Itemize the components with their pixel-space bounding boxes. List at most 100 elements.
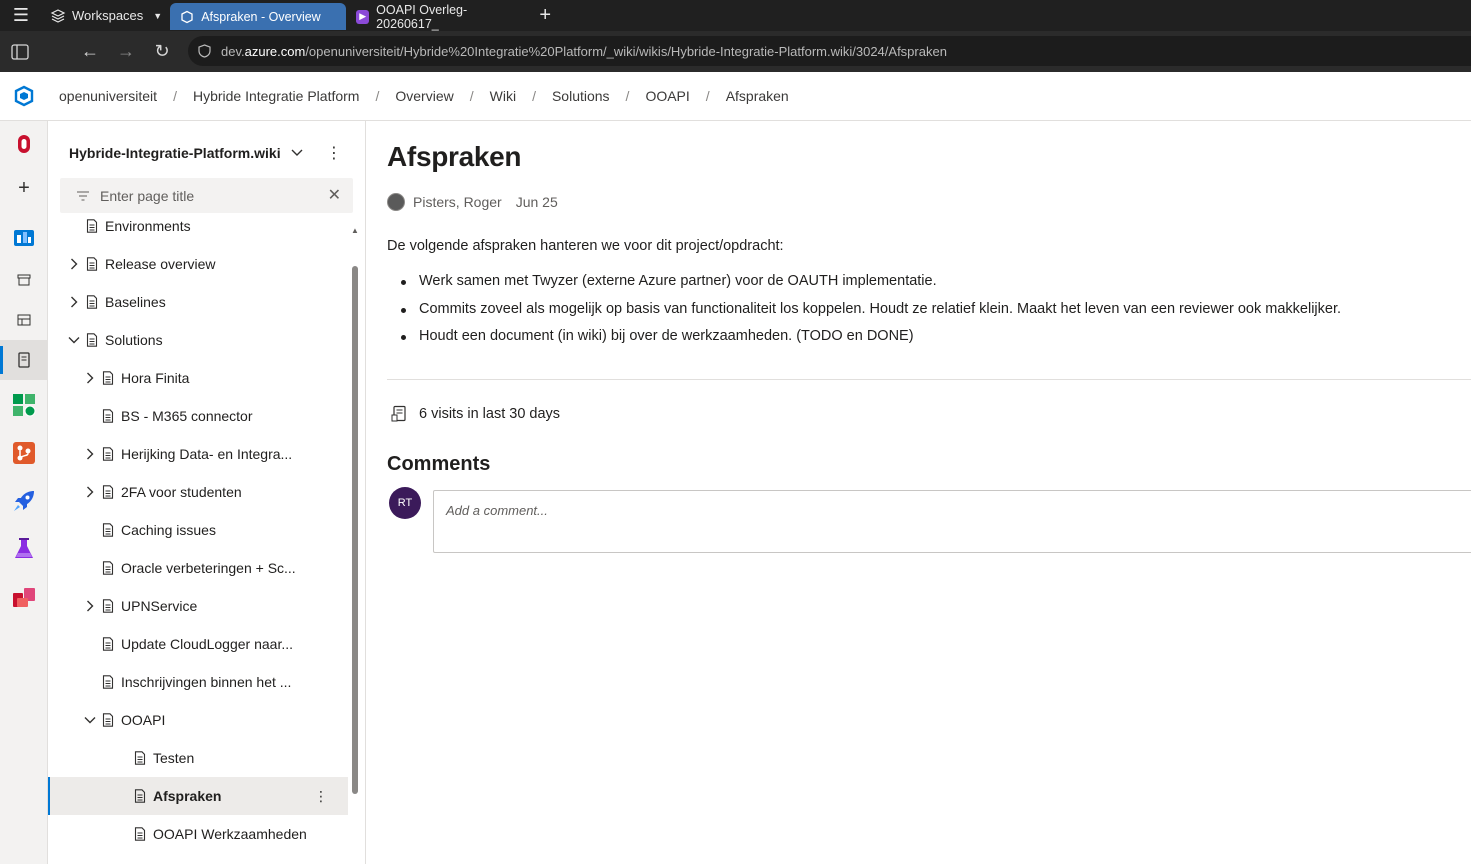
overview-icon[interactable] bbox=[0, 217, 48, 257]
tree-scrollbar[interactable]: ▲ bbox=[348, 221, 362, 864]
dashboards-icon[interactable] bbox=[0, 300, 48, 340]
tree-item[interactable]: Testen bbox=[48, 739, 348, 777]
tree-item[interactable]: Environments bbox=[48, 217, 348, 245]
chevron-right-icon[interactable] bbox=[82, 598, 98, 614]
page-icon bbox=[84, 256, 100, 272]
list-item: Werk samen met Twyzer (externe Azure par… bbox=[400, 273, 1341, 301]
tree-item[interactable]: Herijking Data- en Integra... bbox=[48, 435, 348, 473]
page-title: Afspraken bbox=[387, 141, 522, 172]
repos-icon[interactable] bbox=[0, 433, 48, 473]
tree-item[interactable]: Update CloudLogger naar... bbox=[48, 625, 348, 663]
more-options-icon[interactable]: ⋮ bbox=[324, 142, 344, 164]
chevron-down-icon[interactable] bbox=[82, 712, 98, 728]
agreements-list: Werk samen met Twyzer (externe Azure par… bbox=[400, 273, 1341, 356]
comment-input[interactable]: Add a comment... bbox=[433, 490, 1471, 553]
list-item: Commits zoveel als mogelijk op basis van… bbox=[400, 301, 1341, 329]
page-icon bbox=[132, 826, 148, 842]
summary-icon[interactable] bbox=[0, 260, 48, 300]
wiki-icon[interactable] bbox=[0, 340, 48, 380]
author-name[interactable]: Pisters, Roger bbox=[413, 194, 502, 210]
avatar[interactable] bbox=[387, 193, 405, 211]
tree-item[interactable]: Inschrijvingen binnen het ... bbox=[48, 663, 348, 701]
scrollbar-thumb[interactable] bbox=[352, 266, 358, 794]
url-field[interactable]: dev.azure.com/openuniversiteit/Hybride%2… bbox=[188, 36, 1471, 66]
pipelines-icon[interactable] bbox=[0, 481, 48, 521]
chevron-right-icon[interactable] bbox=[82, 484, 98, 500]
breadcrumb-item[interactable]: Wiki bbox=[490, 88, 516, 104]
tree-item-label: Baselines bbox=[105, 294, 166, 310]
tree-item-label: OOAPI bbox=[121, 712, 166, 728]
tree-item-label: UPNService bbox=[121, 598, 198, 614]
page-icon bbox=[84, 294, 100, 310]
browser-tab-bar: ☰ Workspaces ▼ Afspraken - Overview ▶ OO… bbox=[0, 0, 1471, 31]
new-tab-icon[interactable]: + bbox=[528, 4, 562, 27]
tree-item[interactable]: Solutions bbox=[48, 321, 348, 359]
address-bar: ← → ↻ dev.azure.com/openuniversiteit/Hyb… bbox=[0, 31, 1471, 72]
chevron-right-icon[interactable] bbox=[82, 370, 98, 386]
more-options-icon[interactable]: ⋮ bbox=[314, 788, 328, 805]
tab-label: Afspraken - Overview bbox=[201, 9, 321, 24]
page-icon bbox=[100, 636, 116, 652]
breadcrumb-item[interactable]: Overview bbox=[395, 88, 453, 104]
back-icon[interactable]: ← bbox=[72, 34, 108, 70]
chevron-right-icon[interactable] bbox=[66, 294, 82, 310]
sidebar-toggle-icon[interactable] bbox=[2, 34, 38, 70]
wiki-page-content: Afspraken Pisters, Roger Jun 25 De volge… bbox=[367, 121, 1471, 864]
azure-devops-logo-icon[interactable] bbox=[0, 72, 48, 120]
artifacts-icon[interactable] bbox=[0, 577, 48, 617]
page-icon bbox=[100, 408, 116, 424]
browser-tab[interactable]: ▶ OOAPI Overleg-20260617_ bbox=[346, 2, 528, 31]
scroll-up-icon[interactable]: ▲ bbox=[351, 226, 359, 235]
breadcrumb-separator: / bbox=[469, 88, 474, 104]
divider bbox=[387, 379, 1471, 380]
tree-item[interactable]: BS - M365 connector bbox=[48, 397, 348, 435]
breadcrumb-separator: / bbox=[532, 88, 536, 104]
breadcrumb-item[interactable]: OOAPI bbox=[645, 88, 689, 104]
browser-menu-icon[interactable]: ☰ bbox=[0, 0, 42, 31]
page-icon bbox=[132, 788, 148, 804]
project-logo-icon[interactable] bbox=[0, 124, 48, 164]
tree-item[interactable]: Baselines bbox=[48, 283, 348, 321]
test-plans-icon[interactable] bbox=[0, 529, 48, 569]
breadcrumb-item[interactable]: Hybride Integratie Platform bbox=[193, 88, 360, 104]
wiki-selector[interactable]: Hybride-Integratie-Platform.wiki bbox=[69, 145, 303, 161]
page-icon bbox=[100, 370, 116, 386]
breadcrumb-item[interactable]: openuniversiteit bbox=[59, 88, 157, 104]
refresh-icon[interactable]: ↻ bbox=[144, 34, 180, 70]
tree-item-label: Solutions bbox=[105, 332, 163, 348]
boards-icon[interactable] bbox=[0, 385, 48, 425]
tree-item[interactable]: 2FA voor studenten bbox=[48, 473, 348, 511]
tree-item[interactable]: Release overview bbox=[48, 245, 348, 283]
tree-item-label: 2FA voor studenten bbox=[121, 484, 242, 500]
tree-item[interactable]: OOAPI Werkzaamheden bbox=[48, 815, 348, 853]
tree-item-label: Testen bbox=[153, 750, 195, 766]
tree-item-label: Oracle verbeteringen + Sc... bbox=[121, 560, 296, 576]
breadcrumb-item-current[interactable]: Afspraken bbox=[726, 88, 789, 104]
chevron-right-icon[interactable] bbox=[66, 256, 82, 272]
chevron-down-icon[interactable] bbox=[66, 332, 82, 348]
tree-item[interactable]: UPNService bbox=[48, 587, 348, 625]
browser-tab-active[interactable]: Afspraken - Overview bbox=[170, 3, 347, 30]
tree-item[interactable]: Oracle verbeteringen + Sc... bbox=[48, 549, 348, 587]
page-filter-input[interactable]: Enter page title ✕ bbox=[60, 178, 353, 213]
tree-item-selected[interactable]: Afspraken ⋮ bbox=[48, 777, 348, 815]
tree-item-label: Caching issues bbox=[121, 522, 216, 538]
azure-devops-tab-icon bbox=[180, 10, 194, 24]
edit-date[interactable]: Jun 25 bbox=[516, 194, 558, 210]
close-icon[interactable]: ✕ bbox=[328, 185, 341, 205]
breadcrumb-item[interactable]: Solutions bbox=[552, 88, 610, 104]
tree-item[interactable]: Caching issues bbox=[48, 511, 348, 549]
filter-icon bbox=[77, 191, 89, 200]
tab-label: OOAPI Overleg-20260617_ bbox=[376, 2, 468, 31]
page-visits[interactable]: 6 visits in last 30 days bbox=[391, 405, 560, 423]
add-icon[interactable]: + bbox=[0, 168, 48, 208]
workspaces-button[interactable]: Workspaces ▼ bbox=[42, 0, 170, 31]
page-icon bbox=[100, 446, 116, 462]
comments-heading: Comments bbox=[387, 453, 491, 475]
forward-icon[interactable]: → bbox=[108, 34, 144, 70]
breadcrumb-separator: / bbox=[173, 88, 177, 104]
tree-item[interactable]: Hora Finita bbox=[48, 359, 348, 397]
site-info-icon bbox=[198, 44, 211, 58]
tree-item[interactable]: OOAPI bbox=[48, 701, 348, 739]
chevron-right-icon[interactable] bbox=[82, 446, 98, 462]
